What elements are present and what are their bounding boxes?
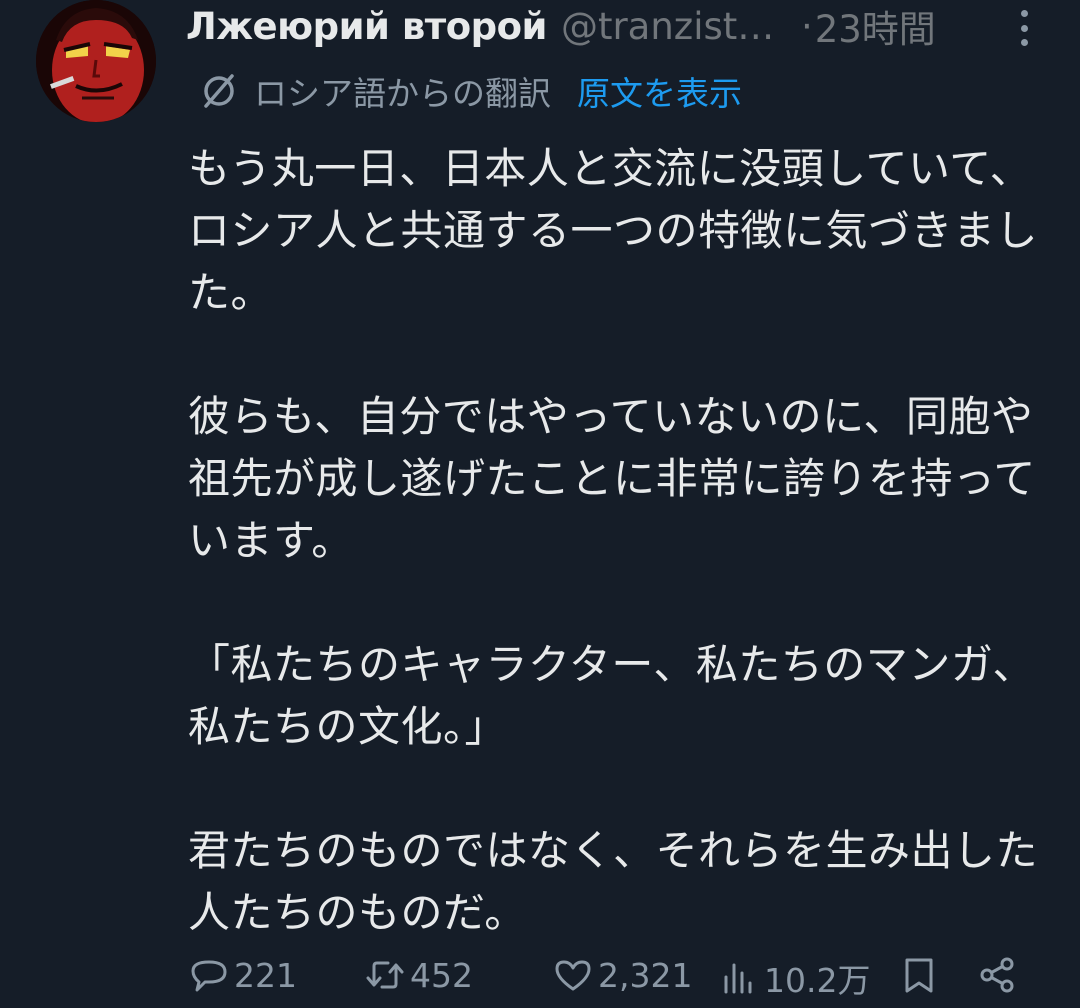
avatar-image	[36, 0, 156, 122]
tweet-body: もう丸一日、日本人と交流に没頭していて、ロシア人と共通する一つの特徴に気づきまし…	[188, 138, 1048, 944]
share-button[interactable]	[976, 954, 1018, 996]
avatar[interactable]	[36, 0, 156, 122]
display-name[interactable]: Лжеюрий второй	[186, 5, 547, 48]
bookmark-icon	[905, 958, 933, 993]
repost-button[interactable]: 452	[364, 954, 473, 996]
reply-button[interactable]: 221	[188, 954, 297, 996]
views-count: 10.2万	[764, 961, 871, 1000]
show-original-link[interactable]: 原文を表示	[577, 67, 742, 115]
user-handle[interactable]: @tranzist…	[561, 5, 791, 48]
translation-bar: ロシア語からの翻訳 原文を表示	[200, 68, 742, 114]
reply-count: 221	[234, 955, 297, 995]
views-icon	[724, 963, 752, 994]
action-bar: 221 452 2,321 10.2万	[188, 948, 1038, 1004]
tweet-paragraph: 彼らも、自分ではやっていないのに、同胞や祖先が成し遂げたことに非常に誇りを持って…	[188, 392, 1036, 565]
like-button[interactable]: 2,321	[552, 954, 692, 996]
repost-count: 452	[410, 955, 473, 995]
tweet-paragraph: 君たちのものではなく、それらを生み出した人たちのものだ。	[188, 826, 1039, 937]
reply-icon	[191, 960, 227, 992]
bookmark-button[interactable]	[898, 954, 940, 996]
timestamp[interactable]: 23時間	[815, 0, 936, 53]
tweet-paragraph: もう丸一日、日本人と交流に没頭していて、ロシア人と共通する一つの特徴に気づきまし…	[188, 144, 1039, 317]
translate-icon	[204, 74, 234, 108]
separator-dot: ·	[800, 4, 813, 48]
repost-icon	[366, 961, 404, 989]
heart-icon	[555, 960, 591, 991]
more-icon[interactable]	[1012, 10, 1036, 46]
share-icon	[980, 957, 1014, 993]
views-button[interactable]: 10.2万	[718, 954, 870, 1002]
tweet: Лжеюрий второй @tranzist… · 23時間 ロシア語からの…	[0, 0, 1080, 1008]
like-count: 2,321	[598, 955, 693, 995]
tweet-paragraph: 「私たちのキャラクター、私たちのマンガ、私たちの文化。」	[188, 640, 1036, 751]
translation-label: ロシア語からの翻訳	[254, 74, 551, 113]
tweet-header: Лжеюрий второй @tranzist… · 23時間	[186, 0, 1060, 52]
